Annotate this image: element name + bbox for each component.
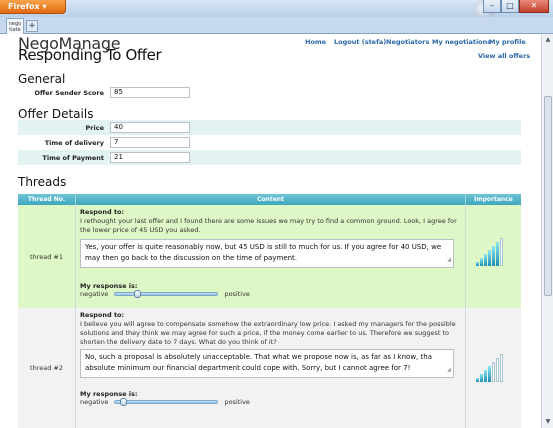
importance-bar [476,378,479,382]
thread-row: thread #1 Respond to: I rethought your l… [18,205,521,308]
column-header-thread-no: Thread No. [18,194,76,205]
nav-my-negotiations-link[interactable]: My negotiations [432,38,491,46]
thread-content: Respond to: I believe you will agree to … [76,308,466,428]
tab-bar: nego tiate + [0,17,553,34]
response-slider[interactable] [114,290,219,298]
payment-field[interactable]: 21 [110,152,190,163]
payment-label: Time of Payment [42,153,104,162]
price-row: Price 40 [18,120,521,135]
nav-my-profile-link[interactable]: My profile [489,38,526,46]
thread-row: thread #2 Respond to: I believe you will… [18,308,521,428]
nav-negotiators-link[interactable]: Negotiators [386,38,429,46]
nav-home-link[interactable]: Home [305,38,326,46]
importance-bar [492,362,495,382]
thread-content: Respond to: I rethought your last offer … [76,205,466,308]
response-slider-thumb[interactable] [120,398,128,406]
reply-text: Yes, your offer is quite reasonably now,… [85,243,442,262]
respond-to-label: Respond to: [80,208,125,216]
price-label: Price [85,123,104,132]
firefox-menu-button[interactable]: Firefox ▾ [0,0,66,14]
window-controls: – □ ✕ [483,0,549,13]
reply-textarea[interactable]: No, such a proposal is absolutely unacce… [80,349,454,378]
general-heading: General [18,72,66,86]
importance-bars [476,238,504,266]
page-content: NegoManage Responding To Offer Home Logo… [0,34,541,428]
sender-score-label: Offer Sender Score [34,88,104,97]
reply-text: No, such a proposal is absolutely unacce… [85,353,432,372]
importance-bar [480,258,483,266]
offer-details-heading: Offer Details [18,107,94,121]
response-slider-row: negative positive [80,398,250,406]
negative-label: negative [80,290,109,298]
importance-bar [488,366,491,382]
delivery-label: Time of delivery [44,138,104,147]
importance-bar [476,262,479,266]
negative-label: negative [80,398,109,406]
thread-id: thread #1 [18,205,76,308]
thread-id: thread #2 [18,308,76,428]
importance-bar [496,358,499,382]
resize-grip-icon[interactable]: ◢ [447,365,451,376]
page-title: Responding To Offer [18,46,162,64]
importance-bar [496,242,499,266]
importance-bar [500,238,503,266]
close-icon[interactable]: ✕ [519,0,549,13]
respond-to-label: Respond to: [80,311,125,319]
importance-cell [466,308,521,428]
importance-cell [466,205,521,308]
response-slider-row: negative positive [80,290,250,298]
scroll-down-icon[interactable]: ▼ [543,417,553,427]
positive-label: positive [224,398,250,406]
offer-text: I believe you will agree to compensate s… [80,320,456,346]
minimize-icon[interactable]: – [483,0,501,13]
importance-bar [500,354,503,382]
importance-bar [488,250,491,266]
my-response-label: My response is: [80,390,138,398]
response-slider[interactable] [114,398,219,406]
maximize-icon[interactable]: □ [501,0,519,13]
payment-row: Time of Payment 21 [18,150,521,165]
positive-label: positive [224,290,250,298]
threads-heading: Threads [18,175,67,189]
price-field[interactable]: 40 [110,122,190,133]
column-header-importance: Importance [474,196,513,203]
sender-score-row: Offer Sender Score 85 [18,85,521,100]
reply-textarea[interactable]: Yes, your offer is quite reasonably now,… [80,239,454,268]
importance-bar [480,374,483,382]
resize-grip-icon[interactable]: ◢ [447,255,451,266]
column-header-content: Content [76,194,466,205]
delivery-row: Time of delivery 7 [18,135,521,150]
scrollbar-thumb[interactable] [544,96,552,296]
offer-text: I rethought your last offer and I found … [80,217,457,234]
importance-bar [484,370,487,382]
importance-bar [484,254,487,266]
my-response-label: My response is: [80,282,138,290]
delivery-field[interactable]: 7 [110,137,190,148]
threads-header-row: Thread No. Content Importance [18,194,521,205]
sender-score-field[interactable]: 85 [110,87,190,98]
vertical-scrollbar[interactable]: ▲ ▼ [541,34,553,428]
window-titlebar: Firefox ▾ – □ ✕ [0,0,553,20]
scroll-up-icon[interactable]: ▲ [543,35,553,45]
view-all-offers-link[interactable]: View all offers [478,52,530,60]
nav-logout-link[interactable]: Logout (stefa) [334,38,386,46]
response-slider-thumb[interactable] [134,290,142,298]
importance-bar [492,246,495,266]
new-tab-button[interactable]: + [26,20,38,32]
importance-bars [476,354,504,382]
browser-tab[interactable]: nego tiate [6,18,24,34]
